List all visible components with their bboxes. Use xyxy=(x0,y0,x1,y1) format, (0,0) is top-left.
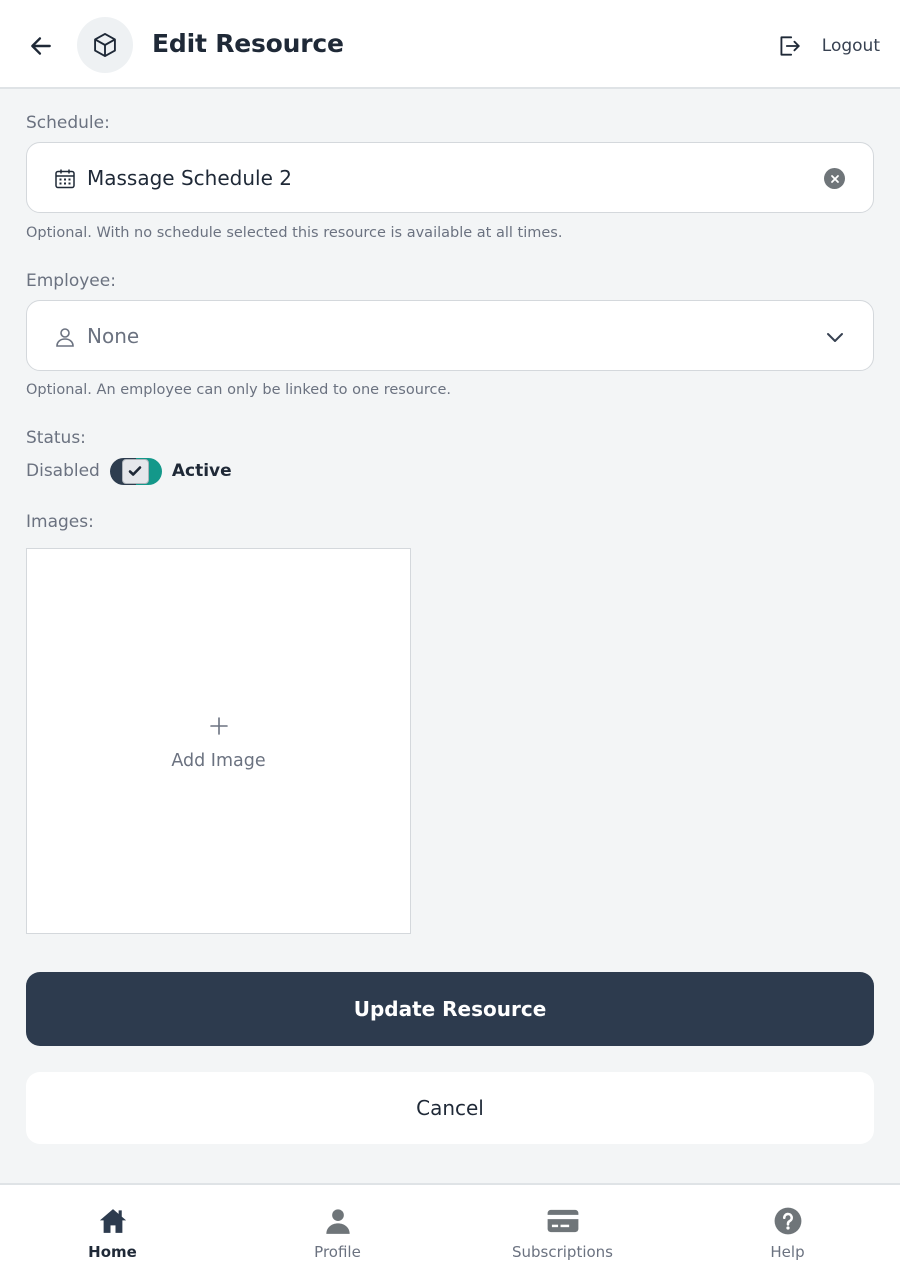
home-icon xyxy=(99,1209,126,1233)
nav-item-home[interactable]: Home xyxy=(0,1205,225,1265)
clear-schedule-button[interactable] xyxy=(824,168,845,189)
nav-label-profile: Profile xyxy=(314,1243,361,1261)
nav-label-help: Help xyxy=(770,1243,805,1261)
employee-label: Employee: xyxy=(26,271,116,291)
user-icon xyxy=(325,1209,350,1234)
app-header: Edit Resource Logout xyxy=(0,0,900,89)
cube-icon xyxy=(94,32,116,58)
status-toggle[interactable] xyxy=(109,457,162,485)
nav-item-help[interactable]: Help xyxy=(675,1205,900,1265)
nav-item-profile[interactable]: Profile xyxy=(225,1205,450,1265)
plus-icon xyxy=(210,717,228,735)
toggle-knob xyxy=(121,458,149,484)
status-off-label: Disabled xyxy=(26,461,100,481)
employee-hint: Optional. An employee can only be linked… xyxy=(26,382,452,398)
logout-button[interactable]: Logout xyxy=(776,30,880,62)
employee-value: None xyxy=(87,324,140,348)
page-title: Edit Resource xyxy=(152,29,344,58)
schedule-value: Massage Schedule 2 xyxy=(87,166,292,190)
nav-item-subscriptions[interactable]: Subscriptions xyxy=(450,1205,675,1265)
checkmark-icon xyxy=(129,466,142,476)
cancel-button[interactable]: Cancel xyxy=(26,1072,874,1144)
update-resource-button[interactable]: Update Resource xyxy=(26,972,874,1046)
schedule-hint: Optional. With no schedule selected this… xyxy=(26,225,563,241)
status-label: Status: xyxy=(26,428,86,448)
credit-card-icon xyxy=(547,1209,578,1233)
nav-label-home: Home xyxy=(88,1243,137,1261)
status-toggle-row: Disabled Active xyxy=(26,456,232,486)
schedule-select[interactable]: Massage Schedule 2 xyxy=(26,142,874,213)
add-image-dropzone[interactable]: Add Image xyxy=(26,548,411,934)
back-button[interactable] xyxy=(22,27,60,65)
arrow-left-icon xyxy=(31,37,51,55)
logout-label: Logout xyxy=(821,36,880,56)
chevron-down-icon[interactable] xyxy=(825,327,845,347)
user-icon xyxy=(56,328,74,347)
employee-select[interactable]: None xyxy=(26,300,874,371)
resource-avatar xyxy=(77,17,133,73)
close-icon xyxy=(830,174,839,183)
logout-icon xyxy=(780,36,800,56)
calendar-icon xyxy=(55,169,75,189)
schedule-label: Schedule: xyxy=(26,113,110,133)
help-icon xyxy=(774,1207,801,1235)
nav-label-subscriptions: Subscriptions xyxy=(511,1243,613,1261)
bottom-nav: Home Profile Subscriptions Help xyxy=(0,1183,900,1286)
images-label: Images: xyxy=(26,512,94,532)
add-image-label: Add Image xyxy=(171,751,266,771)
status-on-label: Active xyxy=(171,461,232,481)
